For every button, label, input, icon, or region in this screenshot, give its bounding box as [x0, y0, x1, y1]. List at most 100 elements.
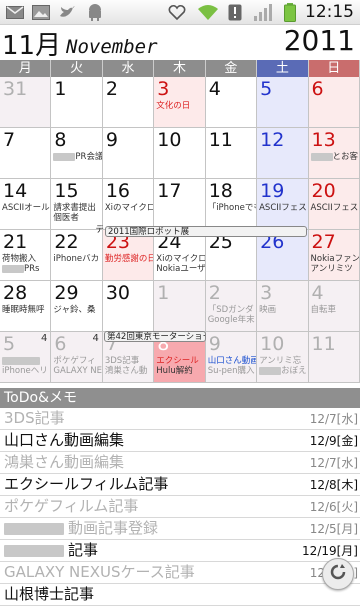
day-cell-fri[interactable]: 18 「iPhoneでも	[205, 179, 258, 229]
calendar-event[interactable]: GALAXY NE	[53, 366, 101, 376]
day-cell-fri[interactable]: 25	[205, 230, 258, 280]
day-cell-sun[interactable]: 4 自転車	[308, 281, 360, 331]
todo-text: 記事	[4, 540, 98, 561]
day-cell-fri[interactable]: 4	[205, 77, 258, 127]
day-cell-sun[interactable]: 13 とお客	[308, 128, 360, 178]
todo-item[interactable]: エクシールフィルム記事 12/8[木]	[0, 474, 360, 496]
calendar-event[interactable]: Nokiaユーザ	[156, 264, 204, 274]
day-cell-mon[interactable]: 21 荷物搬入 PRs	[0, 230, 52, 280]
day-cell-mon[interactable]: 28 睡眠時無呼	[0, 281, 52, 331]
calendar-event[interactable]	[2, 356, 40, 366]
year-label[interactable]: 2011	[284, 24, 355, 57]
day-cell-fri[interactable]: 2 「SDガンダ Google年末	[205, 281, 258, 331]
calendar-event[interactable]: PR会議	[53, 152, 102, 162]
calendar-event[interactable]: Xiのマイクロ	[105, 203, 153, 213]
day-cell-sat[interactable]: 5	[257, 77, 309, 127]
calendar-event[interactable]: ASCIIフェス	[259, 203, 307, 213]
month-label[interactable]: 11月	[2, 25, 61, 62]
day-number: 30	[105, 282, 131, 304]
day-cell-sat[interactable]: 3 映画	[257, 281, 309, 331]
calendar-event[interactable]: 睡眠時無呼	[2, 305, 45, 315]
calendar-event[interactable]: おぼえ	[259, 366, 307, 376]
day-cell-wed[interactable]: 30	[102, 281, 155, 331]
day-cell-sat[interactable]: 10 アンリミ忘 おぼえ	[257, 332, 309, 382]
todo-item[interactable]: GALAXY NEXUSケース記事12/5[月]	[0, 562, 360, 584]
calendar-event[interactable]: Su-pen購入	[208, 366, 255, 376]
calendar-event[interactable]: Nokiaファン	[311, 254, 359, 264]
calendar-event[interactable]: 映画	[259, 305, 276, 315]
calendar-event[interactable]: PRs	[2, 264, 39, 274]
day-cell-sat[interactable]: 19 ASCIIフェス	[257, 179, 309, 229]
day-cell-fri[interactable]: 9 山口さん動画 Su-pen購入	[205, 332, 258, 382]
calendar-event[interactable]: 荷物搬入	[2, 254, 36, 264]
calendar-event[interactable]: 山口さん動画	[208, 356, 256, 366]
calendar-event[interactable]: Google年末	[208, 315, 255, 325]
day-cell-thu[interactable]: 24 Xiのマイクロ Nokiaユーザ	[154, 230, 206, 280]
day-cell-tue[interactable]: 29 ジャ鈴、桑	[51, 281, 103, 331]
calendar-event[interactable]: ASCIIフェス	[311, 203, 359, 213]
day-cell-wed[interactable]: 9	[102, 128, 155, 178]
calendar-event[interactable]: 鴻巣さん動	[105, 366, 148, 376]
day-cell-tue[interactable]: 15 請求書提出 個医者	[51, 179, 103, 229]
calendar-event[interactable]: とお客	[310, 152, 358, 162]
todo-item[interactable]: 動画記事登録 12/5[月]	[0, 518, 360, 540]
event-label: PR会議	[75, 152, 103, 162]
calendar-event[interactable]: 請求書提出	[53, 203, 96, 213]
day-cell-sat[interactable]: 26	[257, 230, 309, 280]
todo-item[interactable]: ポケゲフィルム記事 12/6[火]	[0, 496, 360, 518]
day-cell-fri[interactable]: 11	[205, 128, 258, 178]
calendar-event[interactable]: 勤労感謝の日	[105, 254, 153, 264]
day-cell-sun[interactable]: 11	[308, 332, 360, 382]
day-cell-mon[interactable]: 14 ASCIIオール	[0, 179, 52, 229]
calendar-event[interactable]: 「SDガンダ	[208, 305, 254, 315]
todo-item[interactable]: 記事 12/19[月]	[0, 540, 360, 562]
calendar-event[interactable]: アンリミツ	[311, 264, 353, 274]
calendar-event[interactable]: ジャ鈴、桑	[53, 305, 95, 315]
event-label: 自転車	[310, 305, 337, 315]
redacted-text	[4, 522, 64, 535]
todo-item[interactable]: 山口さん動画編集 12/9[金]	[0, 430, 360, 452]
sync-button[interactable]	[322, 558, 354, 590]
day-cell-thu[interactable]: 17	[154, 179, 206, 229]
day-cell-sat[interactable]: 12	[257, 128, 309, 178]
spanning-event[interactable]: 2011国際ロボット展	[105, 226, 307, 237]
day-cell-mon[interactable]: 5 4 iPhoneヘリ	[0, 332, 52, 382]
day-cell-tue[interactable]: 22 iPhoneバカ	[51, 230, 103, 280]
day-cell-thu[interactable]: 3 文化の日	[154, 77, 206, 127]
day-cell-wed[interactable]: 2	[102, 77, 155, 127]
calendar-event[interactable]: 自転車	[311, 305, 337, 315]
day-cell-thu[interactable]: 1	[154, 281, 206, 331]
day-cell-wed[interactable]: 23 勤労感謝の日	[102, 230, 155, 280]
calendar-event[interactable]: Xiのマイクロ	[156, 254, 204, 264]
day-cell-mon[interactable]: 31	[0, 77, 52, 127]
calendar-event[interactable]: エクシール	[156, 356, 199, 366]
event-label: iPhoneバカ	[53, 254, 100, 264]
day-number: 9	[105, 129, 118, 151]
spanning-event[interactable]: 第42回東京モーターショー	[104, 331, 206, 342]
day-cell-tue[interactable]: 8 PR会議	[51, 128, 103, 178]
day-cell-wed[interactable]: 16 Xiのマイクロ	[102, 179, 155, 229]
event-label: エクシール	[156, 356, 199, 366]
event-label: 睡眠時無呼	[2, 305, 45, 315]
day-cell-sun[interactable]: 27 Nokiaファン アンリミツ	[308, 230, 360, 280]
day-cell-tue[interactable]: 1	[51, 77, 103, 127]
calendar-event[interactable]: 3DS記事	[105, 356, 139, 366]
calendar-event[interactable]: 個医者	[53, 213, 79, 223]
calendar-event[interactable]: アンリミ忘	[259, 356, 301, 366]
todo-item[interactable]: 3DS記事 12/7[水]	[0, 408, 360, 430]
calendar-event[interactable]: iPhoneヘリ	[2, 366, 48, 376]
spanning-event[interactable]: デ	[58, 225, 104, 236]
day-cell-sun[interactable]: 20 ASCIIフェス	[308, 179, 360, 229]
calendar-event[interactable]: 「iPhoneでも	[208, 203, 256, 213]
calendar-event[interactable]: ASCIIオール	[2, 203, 50, 213]
calendar-event[interactable]: ポケゲフィ	[53, 356, 95, 366]
calendar-event[interactable]: 文化の日	[156, 101, 190, 111]
calendar-event[interactable]: Hulu解約	[156, 366, 193, 376]
day-cell-sun[interactable]: 6	[308, 77, 360, 127]
calendar-event[interactable]: iPhoneバカ	[53, 254, 99, 264]
day-cell-thu[interactable]: 10	[154, 128, 206, 178]
todo-item[interactable]: 鴻巣さん動画編集 12/7[水]	[0, 452, 360, 474]
day-cell-tue[interactable]: 6 4 ポケゲフィ GALAXY NE	[51, 332, 103, 382]
day-cell-mon[interactable]: 7	[0, 128, 52, 178]
todo-item[interactable]: 山根博士記事	[0, 584, 360, 606]
